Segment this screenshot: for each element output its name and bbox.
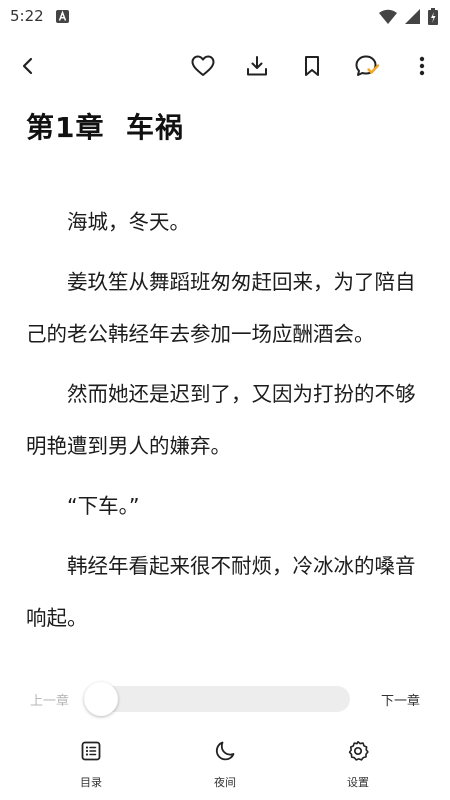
notification-a-icon [55,9,69,23]
bookmark-icon [303,55,321,77]
progress-slider-knob[interactable] [84,682,118,716]
chapter-navigation: 上一章 下一章 [0,680,450,720]
progress-slider-track[interactable] [84,686,350,712]
paragraph: 韩经年看起来很不耐烦，冷冰冰的嗓音响起。 [26,554,416,630]
bookmark-button[interactable] [292,44,332,88]
paragraph: 海城，冬天。 [67,210,190,234]
settings-label: 设置 [347,776,369,789]
status-left: 5:22 [10,7,69,25]
more-button[interactable] [402,44,442,88]
chapter-title: 第1章 车祸 [26,111,184,144]
moon-icon [214,740,236,762]
table-of-contents-icon [80,740,102,762]
bottom-bar: 目录 夜间 设置 [0,736,450,800]
paragraph: 姜玖笙从舞蹈班匆匆赶回来，为了陪自己的老公韩经年去参加一场应酬酒会。 [26,270,416,346]
gear-icon [347,740,369,762]
status-bar: 5:22 [0,0,450,32]
status-right [379,7,438,25]
status-time: 5:22 [10,7,44,25]
download-button[interactable] [237,44,277,88]
battery-icon [428,7,438,25]
favorite-button[interactable] [183,44,223,88]
comment-check-icon [354,54,380,78]
signal-icon [405,8,420,24]
table-of-contents-label: 目录 [80,776,102,789]
night-mode-button[interactable]: 夜间 [185,740,265,790]
prev-chapter-button[interactable]: 上一章 [30,690,69,709]
reader-toolbar [0,44,450,88]
night-mode-label: 夜间 [214,776,236,789]
more-vertical-icon [419,56,425,76]
download-icon [246,55,268,77]
next-chapter-button[interactable]: 下一章 [381,690,420,709]
comment-button[interactable] [347,44,387,88]
settings-button[interactable]: 设置 [318,740,398,790]
paragraph: “下车。” [67,494,140,518]
heart-icon [191,55,215,77]
back-button[interactable] [8,44,48,88]
paragraph: 然而她还是迟到了，又因为打扮的不够明艳遭到男人的嫌弃。 [26,382,416,458]
table-of-contents-button[interactable]: 目录 [51,740,131,790]
chapter-content: 海城，冬天。 姜玖笙从舞蹈班匆匆赶回来，为了陪自己的老公韩经年去参加一场应酬酒会… [26,196,426,652]
wifi-icon [379,9,397,24]
back-arrow-icon [18,56,38,76]
